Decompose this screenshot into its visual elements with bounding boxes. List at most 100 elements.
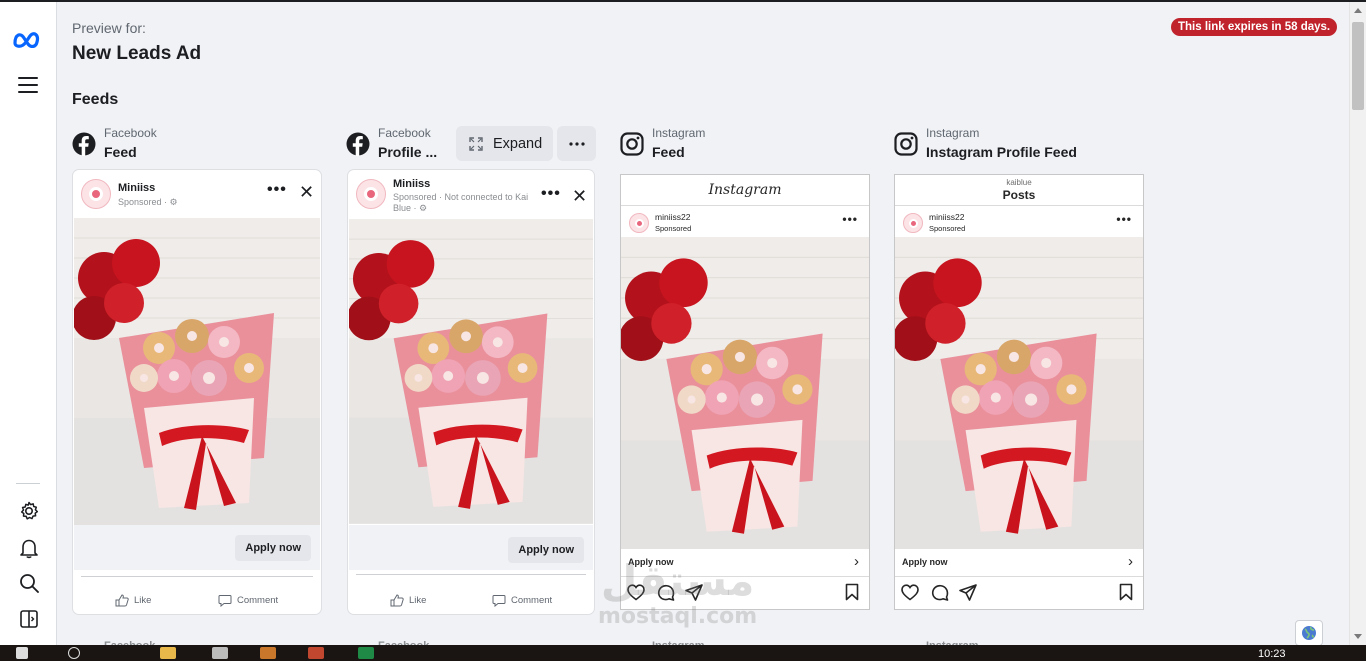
post-actions-bar <box>895 581 1143 605</box>
facebook-icon <box>72 132 96 161</box>
column-header-instagram-profile: Instagram Instagram Profile Feed <box>894 126 1134 166</box>
more-options-button[interactable] <box>557 126 596 161</box>
sponsored-label: Sponsored · Not connected to Kai Blue · … <box>393 192 529 213</box>
facebook-feed-preview-card[interactable]: Miniiss Sponsored · ⚙ ••• ✕ Apply now Li… <box>73 170 321 614</box>
comment-icon <box>492 595 506 607</box>
comment-icon <box>218 595 232 607</box>
search-icon[interactable] <box>18 572 40 594</box>
close-icon[interactable]: ✕ <box>299 182 314 203</box>
ad-creative-image <box>74 218 320 525</box>
panel-toggle-icon[interactable] <box>18 608 40 630</box>
heart-icon[interactable] <box>627 584 645 601</box>
taskbar-search-icon[interactable] <box>68 647 80 659</box>
column-header-facebook-profile: Facebook Profile ... <box>346 126 451 166</box>
close-icon[interactable]: ✕ <box>572 186 587 207</box>
store-icon[interactable] <box>212 647 228 659</box>
page-avatar <box>81 179 111 209</box>
browser-icon[interactable] <box>308 647 324 659</box>
page-name: Miniiss <box>393 178 431 190</box>
scrollbar-thumb[interactable] <box>1352 22 1364 110</box>
heart-icon[interactable] <box>901 584 919 601</box>
column-header-instagram-feed: Instagram Feed <box>620 126 860 166</box>
like-icon <box>390 594 404 607</box>
column-platform-label: Instagram <box>652 126 706 140</box>
share-icon[interactable] <box>959 584 977 601</box>
comment-button[interactable]: Comment <box>218 594 278 607</box>
start-icon[interactable] <box>16 647 28 659</box>
more-dots-icon <box>568 141 585 146</box>
apply-now-bar[interactable]: Apply now › <box>895 549 1143 577</box>
instagram-top-bar: Instagram <box>621 175 869 206</box>
cta-area: Apply now <box>349 525 593 570</box>
bell-icon[interactable] <box>18 537 40 559</box>
apply-now-label: Apply now <box>628 557 674 567</box>
column-header-facebook-feed: Facebook Feed <box>72 126 312 166</box>
page-avatar <box>356 179 386 209</box>
vertical-scrollbar[interactable] <box>1349 2 1366 645</box>
like-button[interactable]: Like <box>115 594 151 607</box>
apply-now-button[interactable]: Apply now <box>235 535 311 561</box>
column-platform-label: Instagram <box>926 126 980 140</box>
profile-posts-title: Posts <box>1002 188 1036 202</box>
sponsored-label: Sponsored <box>655 224 692 233</box>
like-button[interactable]: Like <box>390 594 426 607</box>
hamburger-menu-icon[interactable] <box>18 77 38 98</box>
ad-creative-image <box>895 237 1143 549</box>
column-platform-label: Facebook <box>104 126 157 140</box>
globe-small-icon: ⚙ <box>169 197 178 207</box>
globe-small-icon: ⚙ <box>419 203 428 213</box>
apply-now-button[interactable]: Apply now <box>508 537 584 563</box>
bookmark-icon[interactable] <box>1119 583 1133 601</box>
chevron-right-icon: › <box>1128 553 1133 570</box>
comment-icon[interactable] <box>657 584 675 601</box>
instagram-profile-preview-card[interactable]: kaiblue Posts miniiss22 Sponsored ••• Ap… <box>894 174 1144 610</box>
sponsored-label: Sponsored · ⚙ <box>118 197 178 207</box>
ad-creative-image <box>621 237 869 549</box>
taskbar-clock: 10:23 <box>1258 648 1286 660</box>
facebook-icon <box>346 132 370 161</box>
account-avatar <box>903 213 923 233</box>
comment-icon[interactable] <box>931 584 949 601</box>
profile-username: kaiblue <box>1006 178 1032 187</box>
scroll-down-arrow-icon[interactable] <box>1354 634 1362 639</box>
page-name: Miniiss <box>118 182 156 194</box>
account-handle: miniiss22 <box>655 212 691 222</box>
instagram-profile-top-bar: kaiblue Posts <box>895 175 1143 206</box>
left-navigation-rail <box>0 2 57 645</box>
facebook-profile-preview-card[interactable]: Miniiss Sponsored · Not connected to Kai… <box>348 170 594 614</box>
post-menu-icon[interactable]: ••• <box>842 212 858 226</box>
excel-icon[interactable] <box>358 647 374 659</box>
share-icon[interactable] <box>685 584 703 601</box>
column-placement-label: Feed <box>104 144 137 160</box>
ad-creative-image <box>349 219 593 524</box>
scroll-up-arrow-icon[interactable] <box>1354 8 1362 13</box>
globe-icon[interactable] <box>1295 620 1323 646</box>
comment-button[interactable]: Comment <box>492 594 552 607</box>
post-menu-icon[interactable]: ••• <box>541 185 561 203</box>
chevron-right-icon: › <box>854 553 859 570</box>
post-menu-icon[interactable]: ••• <box>267 181 287 199</box>
reactions-divider <box>81 576 313 577</box>
settings-gear-icon[interactable] <box>18 500 40 522</box>
expand-icon <box>469 136 483 151</box>
account-avatar <box>629 213 649 233</box>
instagram-icon <box>620 132 644 161</box>
meta-logo-icon[interactable] <box>12 30 42 53</box>
link-expiry-badge: This link expires in 58 days. <box>1171 18 1338 36</box>
instagram-feed-preview-card[interactable]: Instagram miniiss22 Sponsored ••• Apply … <box>620 174 870 610</box>
sponsored-label: Sponsored <box>929 224 966 233</box>
file-explorer-icon[interactable] <box>160 647 176 659</box>
account-handle: miniiss22 <box>929 212 965 222</box>
cta-area: Apply now <box>74 525 320 570</box>
window-top-border <box>0 0 1366 2</box>
bookmark-icon[interactable] <box>845 583 859 601</box>
expand-button[interactable]: Expand <box>456 126 553 161</box>
ad-name-title: New Leads Ad <box>72 43 202 64</box>
app-icon[interactable] <box>260 647 276 659</box>
apply-now-label: Apply now <box>902 557 948 567</box>
column-placement-label: Feed <box>652 144 685 160</box>
like-icon <box>115 594 129 607</box>
post-menu-icon[interactable]: ••• <box>1116 212 1132 226</box>
apply-now-bar[interactable]: Apply now › <box>621 549 869 577</box>
expand-label: Expand <box>493 135 543 152</box>
